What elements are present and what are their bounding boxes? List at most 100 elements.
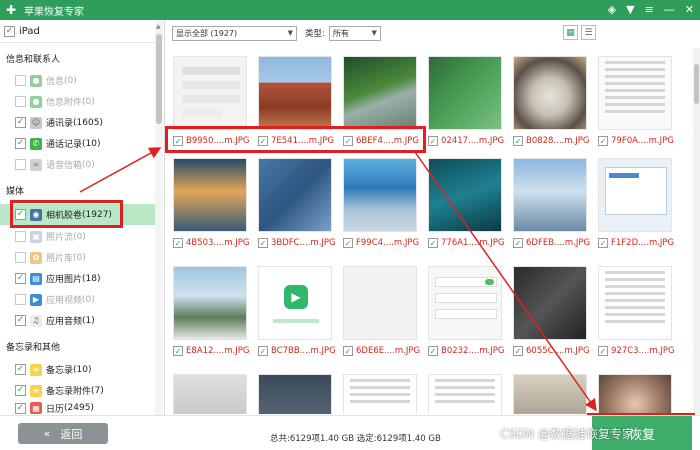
photo-thumbnail[interactable] [598, 56, 672, 130]
photo-thumbnail[interactable] [343, 158, 417, 232]
photo-thumbnail[interactable] [513, 56, 587, 130]
checkbox[interactable] [15, 96, 26, 107]
photo-thumbnail[interactable] [258, 158, 332, 232]
photo-thumbnail[interactable] [513, 374, 587, 414]
photo-cell[interactable]: ✓ F99C4....m.JPG [343, 158, 423, 250]
sidebar-item-call-history[interactable]: ✓ ✆ 通话记录 (10) [0, 133, 155, 154]
photo-checkbox[interactable]: ✓ [513, 136, 523, 146]
photo-thumbnail[interactable] [343, 374, 417, 414]
photo-thumbnail[interactable] [428, 266, 502, 340]
photo-cell[interactable]: ✓ 79F0A....m.JPG [598, 56, 678, 148]
photo-cell[interactable]: ✓ 776A1....m.JPG [428, 158, 508, 250]
filter-dropdown[interactable]: 显示全部 (1927) ▼ [172, 25, 297, 41]
sidebar-item-app-videos[interactable]: ▶ 应用视频 (0) [0, 289, 155, 310]
photo-thumbnail[interactable] [173, 266, 247, 340]
photo-cell[interactable]: ✓ F1F2D....m.JPG [598, 158, 678, 250]
photo-checkbox[interactable]: ✓ [343, 238, 353, 248]
sidebar-item-calendar[interactable]: ✓ ▦ 日历 (2495) [0, 401, 155, 415]
sidebar-item-app-audio[interactable]: ✓ ♫ 应用音频 (1) [0, 310, 155, 331]
photo-checkbox[interactable]: ✓ [258, 346, 268, 356]
back-button[interactable]: « 返回 [18, 423, 108, 444]
photo-cell[interactable]: ✓ 927C3....m.JPG [598, 266, 678, 358]
photo-thumbnail[interactable] [343, 56, 417, 130]
checkbox[interactable]: ✓ [15, 402, 26, 414]
photo-cell[interactable]: ✓ 4B503....m.JPG [173, 158, 253, 250]
photo-checkbox[interactable]: ✓ [173, 238, 183, 248]
checkbox[interactable] [15, 231, 26, 242]
photo-cell[interactable]: ✓ 6DFEB....m.JPG [513, 158, 593, 250]
photo-checkbox[interactable]: ✓ [428, 238, 438, 248]
checkbox[interactable] [15, 294, 26, 305]
photo-cell[interactable]: ✓ 6055C....m.JPG [513, 266, 593, 358]
sidebar-item-notes[interactable]: ✓ ≡ 备忘录 (10) [0, 359, 155, 380]
photo-cell[interactable] [513, 374, 593, 414]
photo-cell[interactable]: ✓ 3BDFC....m.JPG [258, 158, 338, 250]
sidebar-item-camera-roll[interactable]: ✓ ◉ 相机胶卷 (1927) [0, 204, 155, 225]
photo-thumbnail[interactable] [343, 266, 417, 340]
photo-checkbox[interactable]: ✓ [343, 136, 353, 146]
photo-thumbnail[interactable] [173, 56, 247, 130]
sidebar-scrollbar[interactable]: ▲ [155, 20, 163, 415]
photo-cell[interactable] [343, 374, 423, 414]
shirt-icon[interactable]: ▼ [626, 3, 634, 16]
photo-checkbox[interactable]: ✓ [428, 346, 438, 356]
minimize-icon[interactable]: — [664, 3, 675, 16]
photo-checkbox[interactable]: ✓ [258, 238, 268, 248]
photo-checkbox[interactable]: ✓ [258, 136, 268, 146]
sidebar-item-notes-attachments[interactable]: ✓ ≡ 备忘录附件 (7) [0, 380, 155, 401]
photo-checkbox[interactable]: ✓ [173, 136, 183, 146]
sidebar-item-photo-library[interactable]: ✿ 照片库 (0) [0, 247, 155, 268]
photo-checkbox[interactable]: ✓ [343, 346, 353, 356]
photo-cell[interactable] [598, 374, 678, 414]
photo-thumbnail[interactable] [428, 374, 502, 414]
checkbox[interactable] [15, 159, 26, 170]
photo-cell[interactable]: ✓ E8A12....m.JPG [173, 266, 253, 358]
type-dropdown[interactable]: 所有 ▼ [328, 25, 381, 41]
checkbox[interactable]: ✓ [15, 364, 26, 375]
photo-checkbox[interactable]: ✓ [513, 346, 523, 356]
checkbox[interactable]: ✓ [15, 138, 26, 149]
sidebar-item-app-photos[interactable]: ✓ ▤ 应用图片 (18) [0, 268, 155, 289]
photo-cell[interactable]: ✓ 6BEF4....m.JPG [343, 56, 423, 148]
scrollbar-thumb[interactable] [694, 64, 699, 104]
photo-cell[interactable]: ✓ 6DE6E....m.JPG [343, 266, 423, 358]
device-row[interactable]: ✓ iPad [0, 21, 155, 42]
photo-thumbnail[interactable] [173, 158, 247, 232]
photo-thumbnail[interactable] [258, 374, 332, 414]
list-view-button[interactable]: ☰ [581, 25, 596, 40]
photo-thumbnail[interactable] [513, 266, 587, 340]
photo-checkbox[interactable]: ✓ [513, 238, 523, 248]
checkbox[interactable]: ✓ [15, 385, 26, 396]
sidebar-item-messages[interactable]: ● 信息 (0) [0, 70, 155, 91]
scroll-up-icon[interactable]: ▲ [156, 23, 161, 30]
grid-view-button[interactable]: ▦ [563, 25, 578, 40]
photo-checkbox[interactable]: ✓ [173, 346, 183, 356]
diamond-icon[interactable]: ◈ [608, 3, 616, 16]
photo-cell[interactable]: ✓ B0828....m.JPG [513, 56, 593, 148]
sidebar-item-voicemail[interactable]: ∞ 语音信箱 (0) [0, 154, 155, 175]
photo-thumbnail[interactable] [598, 158, 672, 232]
photo-cell[interactable]: ✓ 7E541....m.JPG [258, 56, 338, 148]
photo-cell[interactable]: ✓ 02417....m.JPG [428, 56, 508, 148]
photo-thumbnail[interactable]: ▶ [258, 266, 332, 340]
checkbox[interactable]: ✓ [15, 315, 26, 326]
checkbox[interactable]: ✓ [15, 209, 26, 220]
photo-checkbox[interactable]: ✓ [598, 238, 608, 248]
photo-thumbnail[interactable] [173, 374, 247, 414]
checkbox[interactable] [15, 252, 26, 263]
sidebar-item-contacts[interactable]: ✓ ☺ 通讯录 (1605) [0, 112, 155, 133]
photo-thumbnail[interactable] [428, 158, 502, 232]
checkbox[interactable] [15, 75, 26, 86]
menu-icon[interactable]: ≡ [645, 3, 654, 16]
photo-thumbnail[interactable] [428, 56, 502, 130]
checkbox[interactable]: ✓ [15, 117, 26, 128]
photo-thumbnail[interactable] [598, 266, 672, 340]
photo-cell[interactable] [428, 374, 508, 414]
photo-checkbox[interactable]: ✓ [598, 136, 608, 146]
scrollbar-thumb[interactable] [156, 34, 162, 124]
photo-cell[interactable] [258, 374, 338, 414]
photo-cell[interactable] [173, 374, 253, 414]
checkbox[interactable]: ✓ [15, 273, 26, 284]
photo-thumbnail[interactable] [258, 56, 332, 130]
grid-scrollbar[interactable] [693, 48, 700, 414]
